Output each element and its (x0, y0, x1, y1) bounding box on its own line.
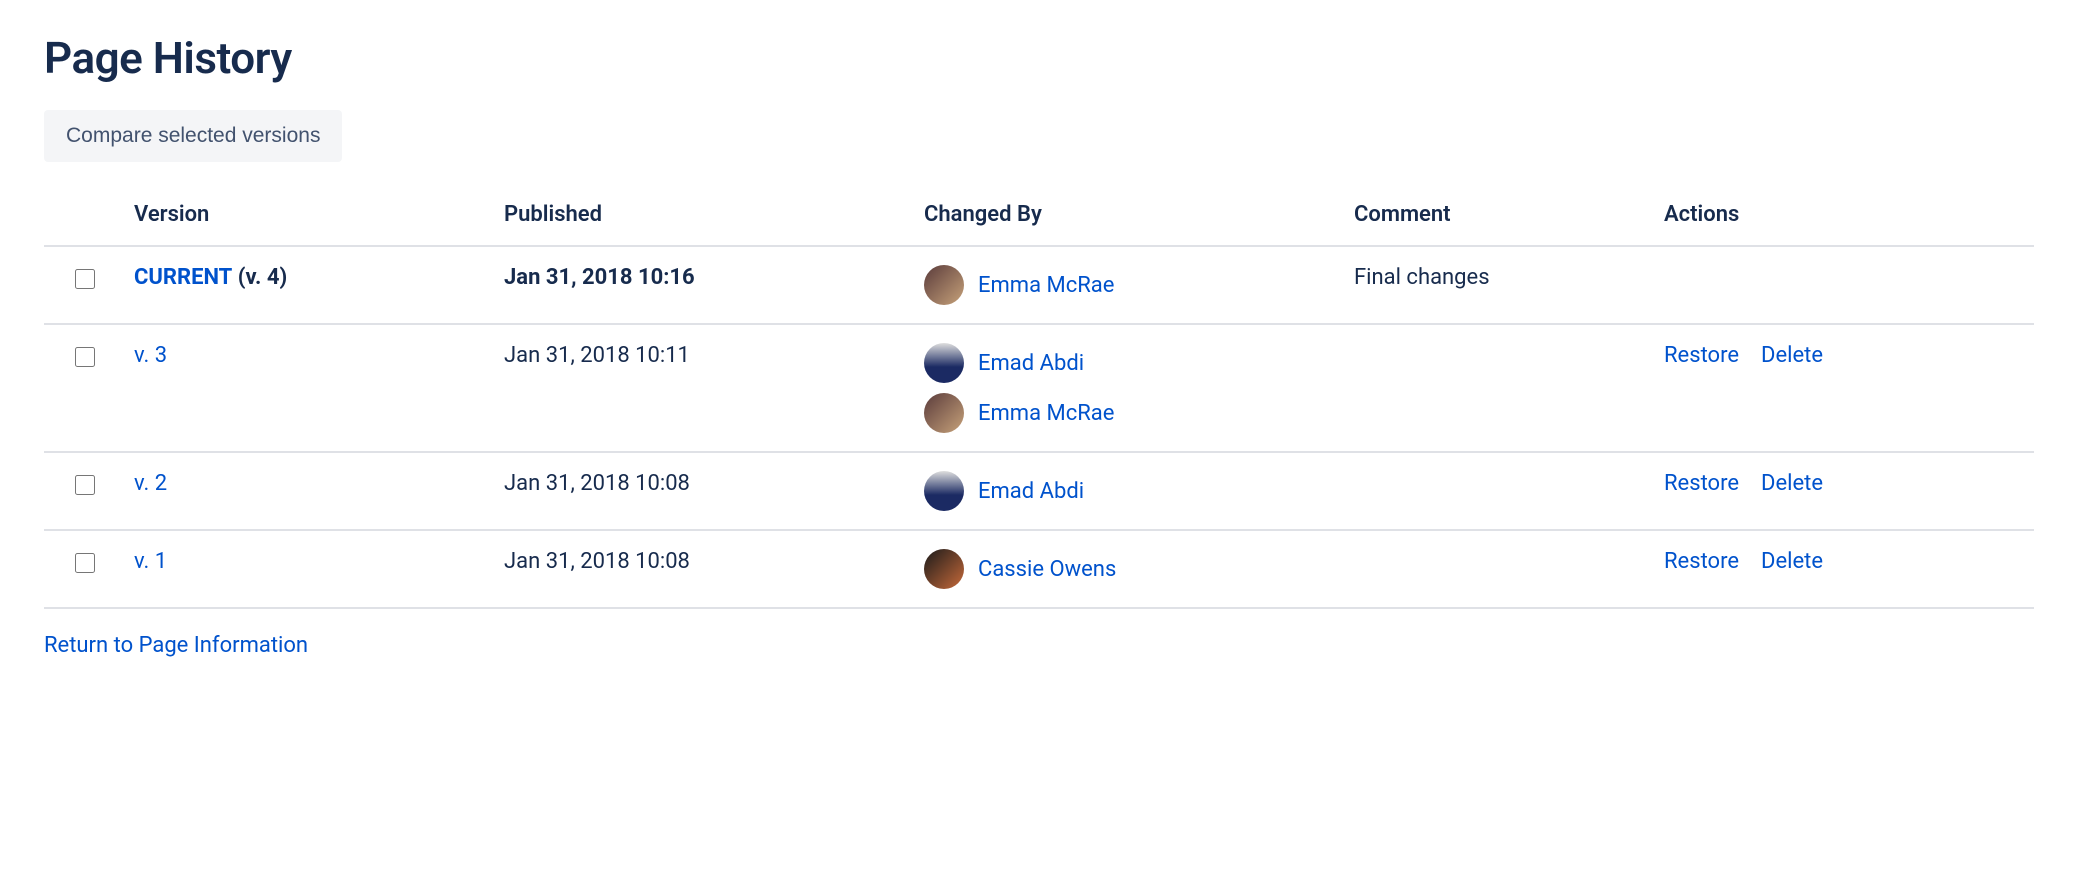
avatar (924, 265, 964, 305)
avatar (924, 471, 964, 511)
changed-by-user: Emad Abdi (924, 343, 1344, 383)
col-header-actions: Actions (1664, 184, 2034, 246)
version-link[interactable]: v. 2 (134, 471, 167, 496)
col-header-published: Published (504, 184, 924, 246)
compare-selected-button[interactable]: Compare selected versions (44, 110, 342, 162)
select-version-checkbox[interactable] (75, 347, 95, 367)
user-link[interactable]: Emma McRae (978, 401, 1114, 426)
restore-link[interactable]: Restore (1664, 343, 1739, 368)
published-date: Jan 31, 2018 10:08 (504, 530, 924, 608)
version-link[interactable]: CURRENT (134, 265, 232, 290)
restore-link[interactable]: Restore (1664, 549, 1739, 574)
version-link[interactable]: v. 3 (134, 343, 167, 368)
table-row: v. 3 Jan 31, 2018 10:11 Emad Abdi Emma McRa… (44, 324, 2034, 452)
changed-by-user: Emad Abdi (924, 471, 1344, 511)
select-version-checkbox[interactable] (75, 553, 95, 573)
avatar (924, 343, 964, 383)
changed-by-user: Emma McRae (924, 265, 1344, 305)
comment-cell: Final changes (1354, 246, 1664, 324)
col-header-version: Version (134, 184, 504, 246)
page-history-table: Version Published Changed By Comment Act… (44, 184, 2034, 609)
col-header-changed-by: Changed By (924, 184, 1354, 246)
restore-link[interactable]: Restore (1664, 471, 1739, 496)
user-link[interactable]: Cassie Owens (978, 557, 1116, 582)
table-row: CURRENT (v. 4) Jan 31, 2018 10:16 Emma McR… (44, 246, 2034, 324)
avatar (924, 393, 964, 433)
comment-cell (1354, 324, 1664, 452)
version-link[interactable]: v. 1 (134, 549, 167, 574)
changed-by-user: Emma McRae (924, 393, 1344, 433)
avatar (924, 549, 964, 589)
delete-link[interactable]: Delete (1761, 549, 1823, 574)
version-suffix: (v. 4) (238, 265, 287, 290)
published-date: Jan 31, 2018 10:08 (504, 452, 924, 530)
table-row: v. 2 Jan 31, 2018 10:08 Emad Abdi Restore De… (44, 452, 2034, 530)
published-date: Jan 31, 2018 10:11 (504, 324, 924, 452)
user-link[interactable]: Emma McRae (978, 273, 1114, 298)
user-link[interactable]: Emad Abdi (978, 479, 1084, 504)
user-link[interactable]: Emad Abdi (978, 351, 1084, 376)
table-row: v. 1 Jan 31, 2018 10:08 Cassie Owens Restor… (44, 530, 2034, 608)
col-header-comment: Comment (1354, 184, 1664, 246)
changed-by-user: Cassie Owens (924, 549, 1344, 589)
return-to-page-info-link[interactable]: Return to Page Information (44, 633, 308, 658)
delete-link[interactable]: Delete (1761, 343, 1823, 368)
select-version-checkbox[interactable] (75, 475, 95, 495)
select-version-checkbox[interactable] (75, 269, 95, 289)
delete-link[interactable]: Delete (1761, 471, 1823, 496)
comment-cell (1354, 452, 1664, 530)
published-date: Jan 31, 2018 10:16 (504, 246, 924, 324)
comment-cell (1354, 530, 1664, 608)
page-title: Page History (44, 32, 2034, 84)
